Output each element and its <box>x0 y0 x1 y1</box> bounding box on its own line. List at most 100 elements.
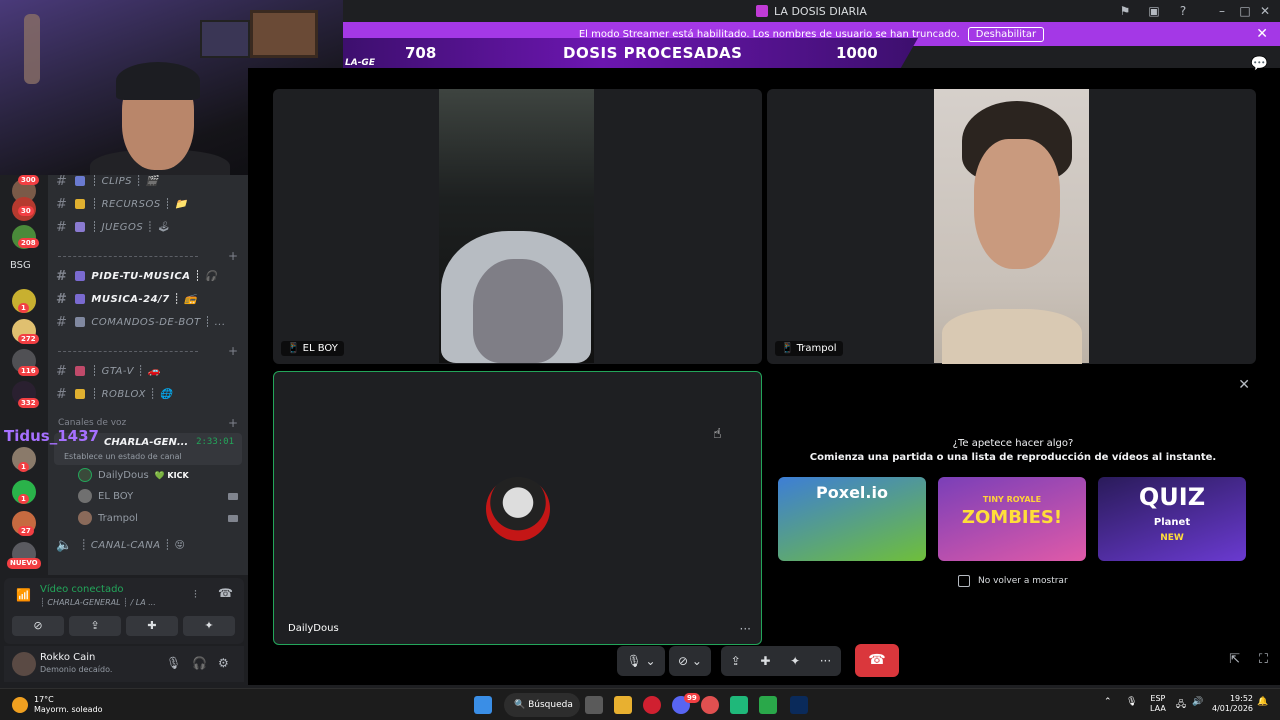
signal-icon[interactable]: 📶 <box>16 588 31 602</box>
tile-label: 📱 Trampol <box>775 341 843 356</box>
app-icon[interactable] <box>730 696 748 714</box>
noise-suppression-icon[interactable]: ⫶ <box>194 588 197 602</box>
hash-icon: # <box>56 291 68 307</box>
voice-member[interactable]: DailyDous 💚 KICK <box>78 468 189 482</box>
tile-more-icon[interactable]: ··· <box>740 622 751 636</box>
gear-icon[interactable]: ⚙ <box>218 656 229 670</box>
channel-juegos[interactable]: # ┊ JUEGOS ┊ 🕹 <box>56 218 170 236</box>
network-icon[interactable]: 🖧 <box>1176 697 1186 713</box>
task-view-icon[interactable] <box>585 696 603 714</box>
language-indicator[interactable]: ESP LAA <box>1150 694 1166 714</box>
channel-status-input[interactable]: Establece un estado de canal <box>64 452 182 461</box>
headphones-icon[interactable]: 🎧 <box>192 656 207 670</box>
chrome-icon[interactable] <box>701 696 719 714</box>
maximize-icon[interactable]: □ <box>1237 3 1253 19</box>
camera-toggle-button[interactable]: ⊘ ⌄ <box>669 646 711 676</box>
start-icon[interactable] <box>474 696 492 714</box>
category-separator <box>58 256 198 257</box>
channel-comandos-de-bot[interactable]: # COMANDOS-DE-BOT ┊ ... <box>56 313 226 331</box>
voice-channel-canal-cana[interactable]: 🔈 ┊ CANAL-CANA ┊ 😝 <box>56 536 185 554</box>
add-voice-channel-icon[interactable]: + <box>228 416 238 430</box>
soundboard-icon[interactable]: ✦ <box>790 654 800 668</box>
voice-member[interactable]: EL BOY <box>78 489 133 503</box>
game-card-zombies[interactable]: TINY ROYALE ZOMBIES! <box>938 477 1086 561</box>
screen-share-button[interactable]: ⇪ <box>69 616 121 636</box>
channel-roblox[interactable]: # ┊ ROBLOX ┊ 🌐 <box>56 385 173 403</box>
channel-musica-247[interactable]: # MUSICA-24/7 ┊ 📻 <box>56 290 197 308</box>
dont-show-again[interactable]: No volver a mostrar <box>958 575 1068 587</box>
camera-off-button[interactable]: ⊘ <box>12 616 64 636</box>
store-icon[interactable] <box>759 696 777 714</box>
file-explorer-icon[interactable] <box>614 696 632 714</box>
volume-icon[interactable]: 🔊 <box>1192 697 1203 707</box>
search-box[interactable]: 🔍 Búsqueda <box>504 693 580 717</box>
chat-icon[interactable]: 💬 <box>1251 56 1268 72</box>
call-controls: 🎙 ⌄ ⊘ ⌄ ⇪ ✚ ✦ ··· ☎ <box>617 644 900 678</box>
activities-button[interactable]: ✚ <box>126 616 178 636</box>
activities-icon[interactable]: ✚ <box>760 654 770 668</box>
popout-icon[interactable]: ⇱ <box>1229 652 1240 667</box>
disable-streamer-mode-button[interactable]: Deshabilitar <box>967 26 1045 42</box>
video-tile-trampol[interactable]: 📱 Trampol <box>767 89 1256 364</box>
voice-location: ┊ CHARLA-GENERAL ┊ / LA ... <box>40 598 156 607</box>
server-badge: 116 <box>18 366 39 376</box>
mic-toggle-button[interactable]: 🎙 ⌄ <box>617 646 665 676</box>
weather-widget[interactable]: 17°C Mayorm. soleado <box>12 695 103 715</box>
more-options-icon[interactable]: ··· <box>820 654 831 668</box>
username[interactable]: Rokko Cain <box>40 652 95 663</box>
channel-name-fragment: LA-GE <box>345 58 375 68</box>
add-channel-icon[interactable]: + <box>228 344 238 358</box>
inbox-icon[interactable]: ▣ <box>1146 3 1162 19</box>
window-close-icon[interactable]: ✕ <box>1257 3 1273 19</box>
overlay-left-value: 708 <box>405 44 437 62</box>
mic-tray-icon[interactable]: 🎙 <box>1126 697 1137 707</box>
server-bsg[interactable]: BSG <box>10 260 31 271</box>
elboy-face <box>473 259 563 363</box>
video-tile-elboy[interactable]: 📱 EL BOY <box>273 89 762 364</box>
game-title: Poxel.io <box>816 483 888 502</box>
mic-icon[interactable]: 🎙 <box>166 656 181 670</box>
clock[interactable]: 19:52 4/01/2026 <box>1212 694 1253 714</box>
soundboard-button[interactable]: ✦ <box>183 616 235 636</box>
help-icon[interactable]: ? <box>1175 3 1191 19</box>
activity-close-icon[interactable]: ✕ <box>1238 377 1250 393</box>
video-tile-dailydous[interactable]: DailyDous ··· <box>273 371 762 645</box>
temperature: 17°C <box>34 695 54 704</box>
voice-timer: 2:33:01 <box>196 437 234 447</box>
dont-show-checkbox[interactable] <box>958 575 970 587</box>
fullscreen-icon[interactable]: ⛶ <box>1259 652 1268 667</box>
channel-gta-v[interactable]: # ┊ GTA-V ┊ 🚗 <box>56 362 161 380</box>
photoshop-icon[interactable] <box>790 696 808 714</box>
trampol-shirt <box>942 309 1082 364</box>
channel-clips[interactable]: # ┊ CLIPS ┊ 🎬 <box>56 172 159 190</box>
hang-up-button[interactable]: ☎ <box>855 644 899 677</box>
screen-share-icon[interactable]: ⇪ <box>731 654 741 668</box>
clapper-icon <box>75 176 86 186</box>
tray-chevron-icon[interactable]: ⌃ <box>1104 697 1112 707</box>
notification-bell-icon[interactable]: 🔔 <box>1257 697 1268 707</box>
chevron-down-icon[interactable]: ⌄ <box>646 654 656 668</box>
voice-member[interactable]: Trampol <box>78 511 138 525</box>
disconnect-icon[interactable]: ☎ <box>218 586 233 600</box>
game-card-quiz[interactable]: QUIZ Planet NEW <box>1098 477 1246 561</box>
opera-icon[interactable] <box>643 696 661 714</box>
hash-icon: # <box>56 196 68 212</box>
avatar[interactable] <box>12 652 36 676</box>
chevron-down-icon[interactable]: ⌄ <box>692 654 702 668</box>
kick-badge: 💚 KICK <box>154 470 189 480</box>
add-channel-icon[interactable]: + <box>228 249 238 263</box>
channel-pide-tu-musica[interactable]: # PIDE-TU-MUSICA ┊ 🎧 <box>56 267 218 285</box>
game-card-poxel[interactable]: Poxel.io <box>778 477 926 561</box>
channel-list: # ┊ CLIPS ┊ 🎬 # ┊ RECURSOS ┊ 📁 # ┊ JUEGOS ┊… <box>4 172 248 575</box>
new-badge: NUEVO <box>7 558 41 569</box>
minimize-icon[interactable]: – <box>1214 3 1230 19</box>
server-badge: 27 <box>18 526 34 536</box>
streamer-mode-message: El modo Streamer está habilitado. Los no… <box>578 28 960 40</box>
server-badge: 332 <box>18 398 39 408</box>
channel-recursos[interactable]: # ┊ RECURSOS ┊ 📁 <box>56 195 188 213</box>
game-title: QUIZ <box>1138 483 1206 511</box>
camera-icon <box>228 493 238 500</box>
banner-close-icon[interactable]: ✕ <box>1256 26 1268 42</box>
trampol-face <box>974 139 1060 269</box>
inbox-flag-icon[interactable]: ⚑ <box>1117 3 1133 19</box>
